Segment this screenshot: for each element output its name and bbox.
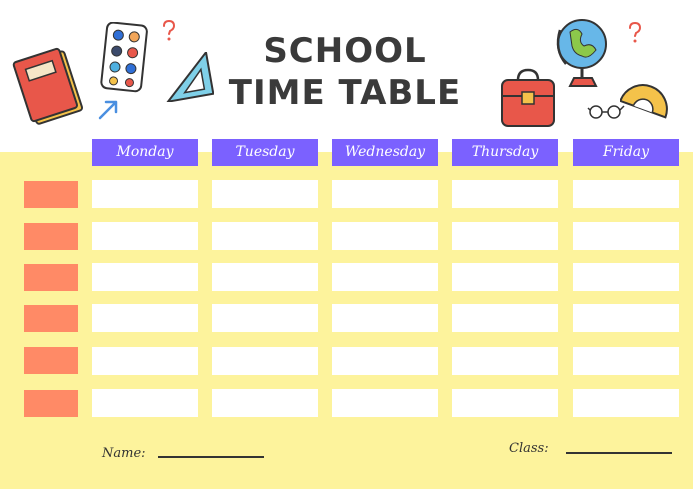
day-header-tuesday: Tuesday	[212, 139, 318, 166]
glasses-icon	[587, 105, 625, 119]
paint-palette-icon	[100, 22, 148, 93]
question-mark-icon	[163, 20, 176, 41]
row-label-3[interactable]	[24, 264, 78, 291]
day-header-friday: Friday	[573, 139, 679, 166]
name-field[interactable]	[158, 456, 264, 458]
timetable-cell[interactable]	[573, 180, 679, 208]
timetable-cell[interactable]	[573, 389, 679, 417]
timetable-cell[interactable]	[212, 389, 318, 417]
ruler-triangle-icon	[165, 52, 214, 102]
timetable-cell[interactable]	[573, 347, 679, 375]
day-header-thursday: Thursday	[452, 139, 558, 166]
row-label-6[interactable]	[24, 390, 78, 417]
timetable-cell[interactable]	[332, 389, 438, 417]
timetable-cell[interactable]	[452, 263, 558, 291]
timetable-cell[interactable]	[332, 222, 438, 250]
row-label-1[interactable]	[24, 181, 78, 208]
title-line-2: TIME TABLE	[228, 73, 462, 113]
protractor-icon	[620, 84, 668, 119]
timetable-cell[interactable]	[452, 222, 558, 250]
timetable-cell[interactable]	[212, 222, 318, 250]
day-header-monday: Monday	[92, 139, 198, 166]
day-header-wednesday: Wednesday	[332, 139, 438, 166]
row-label-5[interactable]	[24, 347, 78, 374]
timetable-cell[interactable]	[332, 180, 438, 208]
timetable-cell[interactable]	[332, 304, 438, 332]
book-icon	[12, 47, 84, 125]
arrow-icon	[98, 100, 118, 120]
timetable-cell[interactable]	[92, 304, 198, 332]
timetable-cell[interactable]	[92, 263, 198, 291]
timetable-cell[interactable]	[212, 180, 318, 208]
timetable-cell[interactable]	[452, 304, 558, 332]
timetable-cell[interactable]	[573, 304, 679, 332]
timetable-cell[interactable]	[452, 389, 558, 417]
question-mark-icon	[629, 22, 642, 43]
timetable-cell[interactable]	[212, 347, 318, 375]
timetable-cell[interactable]	[452, 347, 558, 375]
timetable-cell[interactable]	[452, 180, 558, 208]
title-line-1: SCHOOL	[263, 31, 427, 71]
class-field[interactable]	[566, 452, 672, 454]
timetable-cell[interactable]	[92, 222, 198, 250]
timetable-cell[interactable]	[92, 180, 198, 208]
timetable-cell[interactable]	[573, 263, 679, 291]
timetable-cell[interactable]	[212, 263, 318, 291]
timetable-cell[interactable]	[332, 347, 438, 375]
timetable-cell[interactable]	[92, 389, 198, 417]
school-bag-icon	[501, 68, 555, 127]
class-label: Class:	[509, 441, 549, 456]
timetable-cell[interactable]	[332, 263, 438, 291]
row-label-2[interactable]	[24, 223, 78, 250]
timetable-cell[interactable]	[212, 304, 318, 332]
timetable-cell[interactable]	[573, 222, 679, 250]
globe-icon	[556, 19, 607, 87]
name-label: Name:	[102, 446, 146, 461]
page-title: SCHOOL TIME TABLE	[225, 34, 465, 110]
timetable-cell[interactable]	[92, 347, 198, 375]
row-label-4[interactable]	[24, 305, 78, 332]
